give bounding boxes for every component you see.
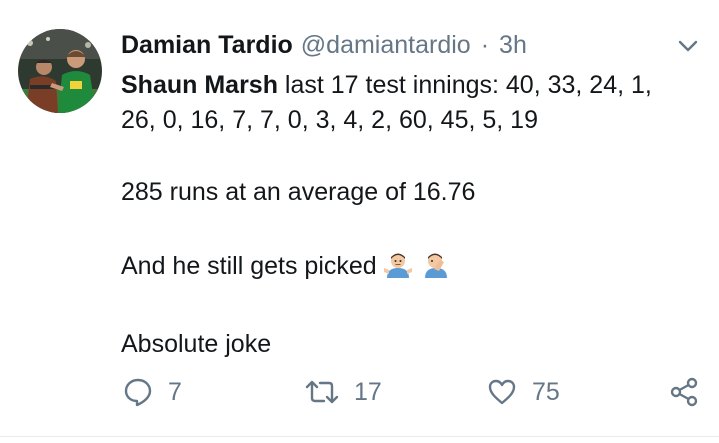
tweet-header: Damian Tardio @damiantardio · 3h (121, 28, 527, 62)
share-icon (670, 377, 698, 407)
tweet-line-4-text: And he still gets picked (121, 252, 377, 280)
man-facepalming-emoji-icon (424, 253, 447, 278)
man-shrugging-emoji-icon (383, 253, 412, 278)
tweet-divider (0, 436, 719, 437)
tweet-line-2: 26, 0, 16, 7, 7, 0, 3, 4, 2, 60, 45, 5, … (121, 106, 538, 134)
tweet-menu-button[interactable] (676, 36, 700, 56)
author-display-name[interactable]: Damian Tardio (121, 31, 293, 60)
reply-button[interactable]: 7 (122, 372, 182, 412)
author-handle[interactable]: @damiantardio (301, 31, 471, 60)
avatar[interactable] (18, 29, 102, 113)
tweet-actions: 7 17 75 (0, 372, 719, 412)
header-separator: · (480, 30, 490, 59)
retweet-count: 17 (354, 377, 382, 406)
tweet-line-4: And he still gets picked (121, 249, 711, 290)
reply-count: 7 (168, 377, 182, 406)
profile-photo-icon (18, 29, 102, 113)
tweet-timestamp[interactable]: 3h (499, 31, 527, 60)
tweet-line-1-rest: last 17 test innings: 40, 33, 24, 1, (277, 71, 652, 99)
tweet-line-1: Shaun Marsh last 17 test innings: 40, 33… (121, 68, 711, 103)
like-count: 75 (532, 377, 560, 406)
share-button[interactable] (668, 372, 714, 412)
like-button[interactable]: 75 (486, 372, 560, 412)
emoji-group (383, 250, 459, 290)
tweet-text: Shaun Marsh last 17 test innings: 40, 33… (121, 68, 711, 362)
tweet-card[interactable]: Damian Tardio @damiantardio · 3h Shaun M… (0, 0, 719, 443)
reply-icon (124, 378, 152, 407)
mentioned-name[interactable]: Shaun Marsh (121, 71, 278, 99)
chevron-down-icon (678, 40, 698, 52)
tweet-line-3: 285 runs at an average of 16.76 (121, 178, 476, 206)
retweet-button[interactable]: 17 (304, 372, 382, 412)
heart-icon (488, 379, 516, 405)
retweet-icon (305, 380, 339, 404)
tweet-line-5: Absolute joke (121, 330, 272, 358)
